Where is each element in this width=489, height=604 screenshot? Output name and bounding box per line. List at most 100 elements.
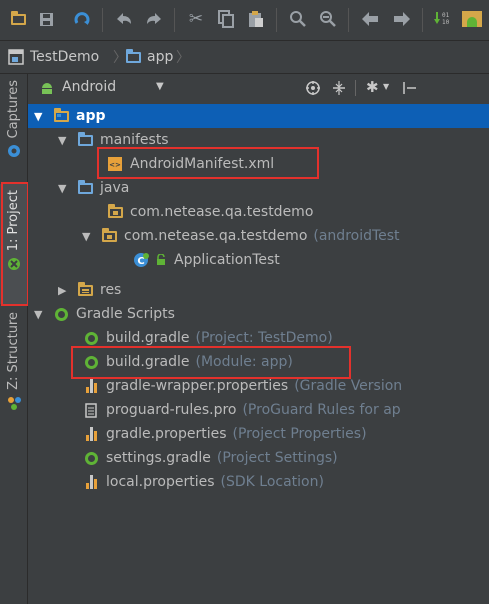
tree-item-local-properties[interactable]: local.properties (SDK Location) bbox=[28, 470, 489, 494]
tree-label-gradle-wrapper: gradle-wrapper.properties bbox=[106, 378, 289, 394]
properties-file-icon bbox=[82, 425, 100, 443]
undo-icon[interactable] bbox=[114, 9, 134, 29]
text-file-icon bbox=[82, 401, 100, 419]
tree-item-proguard[interactable]: proguard-rules.pro (ProGuard Rules for a… bbox=[28, 398, 489, 422]
breadcrumb-module[interactable]: app bbox=[126, 47, 173, 67]
tree-label-build-gradle-module: build.gradle bbox=[106, 354, 190, 370]
settings-dropdown-icon[interactable]: ▼ bbox=[383, 82, 389, 91]
build-variants-icon[interactable]: 01 10 bbox=[432, 9, 452, 29]
tree-label-application-test: ApplicationTest bbox=[174, 252, 280, 268]
main-toolbar: ✂ 01 10 bbox=[0, 0, 489, 41]
gradle-icon bbox=[82, 353, 100, 371]
package-icon bbox=[100, 227, 118, 245]
captures-tab-label: Captures bbox=[6, 80, 21, 139]
tree-hint-package-test: (androidTest bbox=[313, 228, 400, 244]
svg-text:10: 10 bbox=[442, 19, 450, 26]
expand-arrow-icon[interactable]: ▼ bbox=[34, 110, 46, 123]
tree-item-manifests[interactable]: ▼ manifests bbox=[28, 128, 489, 152]
expand-arrow-icon[interactable]: ▼ bbox=[58, 182, 70, 195]
expand-arrow-icon[interactable]: ▼ bbox=[34, 308, 46, 321]
android-project-icon bbox=[7, 258, 20, 271]
android-icon[interactable] bbox=[462, 9, 482, 29]
tree-item-android-manifest[interactable]: <> AndroidManifest.xml bbox=[28, 152, 489, 176]
tree-hint-local-properties: (SDK Location) bbox=[220, 474, 324, 490]
module-folder-icon bbox=[126, 48, 141, 63]
folder-icon bbox=[76, 179, 94, 197]
view-selector-dropdown-icon[interactable]: ▼ bbox=[156, 81, 164, 92]
svg-text:<>: <> bbox=[109, 161, 121, 169]
breadcrumb: TestDemo 〉 app 〉 bbox=[0, 41, 489, 74]
tree-item-build-gradle-project[interactable]: build.gradle (Project: TestDemo) bbox=[28, 326, 489, 350]
tree-hint-settings-gradle: (Project Settings) bbox=[216, 450, 338, 466]
find-icon[interactable] bbox=[288, 9, 308, 29]
project-tab[interactable]: 1: Project bbox=[0, 184, 27, 304]
module-folder-icon bbox=[52, 107, 70, 125]
expand-arrow-icon[interactable]: ▼ bbox=[58, 134, 70, 147]
tree-item-app[interactable]: ▼ app bbox=[28, 104, 489, 128]
class-icon: C bbox=[132, 251, 150, 269]
android-view-icon bbox=[42, 83, 52, 94]
tree-item-package-test[interactable]: ▼ com.netease.qa.testdemo (androidTest bbox=[28, 224, 489, 248]
tree-item-res[interactable]: ▶ res bbox=[28, 278, 489, 302]
project-icon bbox=[8, 49, 24, 65]
locate-icon[interactable] bbox=[305, 80, 321, 96]
hide-panel-icon[interactable] bbox=[402, 80, 418, 96]
breadcrumb-project[interactable]: TestDemo bbox=[8, 47, 99, 67]
tree-hint-gradle-wrapper: (Gradle Version bbox=[294, 378, 403, 394]
breadcrumb-separator-icon: 〉 bbox=[113, 50, 127, 66]
collapse-arrow-icon[interactable]: ▶ bbox=[58, 284, 70, 297]
package-icon bbox=[106, 203, 124, 221]
settings-gear-icon[interactable]: ✱ bbox=[366, 78, 379, 96]
open-folder-icon[interactable] bbox=[8, 9, 28, 29]
capture-icon bbox=[7, 145, 20, 158]
back-icon[interactable] bbox=[360, 9, 380, 29]
tree-label-local-properties: local.properties bbox=[106, 474, 215, 490]
tree-hint-build-gradle-module: (Module: app) bbox=[195, 354, 293, 370]
tree-hint-proguard: (ProGuard Rules for ap bbox=[242, 402, 401, 418]
gradle-icon bbox=[52, 305, 70, 323]
tree-label-app: app bbox=[76, 108, 106, 124]
replace-icon[interactable] bbox=[318, 9, 338, 29]
collapse-all-icon[interactable] bbox=[331, 80, 347, 96]
tree-item-settings-gradle[interactable]: settings.gradle (Project Settings) bbox=[28, 446, 489, 470]
tree-item-package-main[interactable]: com.netease.qa.testdemo bbox=[28, 200, 489, 224]
cut-icon[interactable]: ✂ bbox=[186, 9, 206, 29]
tree-label-gradle-scripts: Gradle Scripts bbox=[76, 306, 175, 322]
copy-icon[interactable] bbox=[216, 9, 236, 29]
tree-label-manifests: manifests bbox=[100, 132, 169, 148]
svg-text:01: 01 bbox=[442, 12, 450, 19]
redo-icon[interactable] bbox=[144, 9, 164, 29]
tree-label-android-manifest: AndroidManifest.xml bbox=[130, 156, 275, 172]
expand-arrow-icon[interactable]: ▼ bbox=[82, 230, 94, 243]
sync-icon[interactable] bbox=[72, 9, 92, 29]
properties-file-icon bbox=[82, 377, 100, 395]
tree-item-gradle-scripts[interactable]: ▼ Gradle Scripts bbox=[28, 302, 489, 326]
paste-icon[interactable] bbox=[246, 9, 266, 29]
tree-label-build-gradle-project: build.gradle bbox=[106, 330, 190, 346]
structure-icon bbox=[7, 396, 21, 410]
project-panel: Android ▼ ✱ ▼ ▼ app ▼ manifests <> Andro… bbox=[28, 74, 489, 604]
tree-item-gradle-wrapper[interactable]: gradle-wrapper.properties (Gradle Versio… bbox=[28, 374, 489, 398]
save-icon[interactable] bbox=[36, 9, 56, 29]
public-lock-icon bbox=[152, 251, 170, 269]
captures-tab[interactable]: Captures bbox=[0, 80, 27, 158]
tree-item-java[interactable]: ▼ java bbox=[28, 176, 489, 200]
tree-label-settings-gradle: settings.gradle bbox=[106, 450, 211, 466]
left-tool-window-bar: Captures 1: Project Z: Structure bbox=[0, 74, 29, 604]
xml-file-icon: <> bbox=[106, 155, 124, 173]
project-tab-label: 1: Project bbox=[6, 190, 21, 252]
forward-icon[interactable] bbox=[392, 9, 412, 29]
structure-tab[interactable]: Z: Structure bbox=[0, 312, 27, 410]
structure-tab-label: Z: Structure bbox=[6, 312, 21, 390]
project-panel-header: Android ▼ ✱ ▼ bbox=[28, 74, 489, 102]
tree-label-proguard: proguard-rules.pro bbox=[106, 402, 237, 418]
view-selector-label[interactable]: Android bbox=[62, 79, 116, 95]
tree-item-build-gradle-module[interactable]: build.gradle (Module: app) bbox=[28, 350, 489, 374]
breadcrumb-module-label: app bbox=[147, 49, 174, 65]
tree-item-gradle-properties[interactable]: gradle.properties (Project Properties) bbox=[28, 422, 489, 446]
tree-label-res: res bbox=[100, 282, 122, 298]
tree-item-application-test[interactable]: C ApplicationTest bbox=[28, 248, 489, 272]
folder-icon bbox=[76, 131, 94, 149]
tree-label-package-test: com.netease.qa.testdemo bbox=[124, 228, 308, 244]
gradle-icon bbox=[82, 449, 100, 467]
